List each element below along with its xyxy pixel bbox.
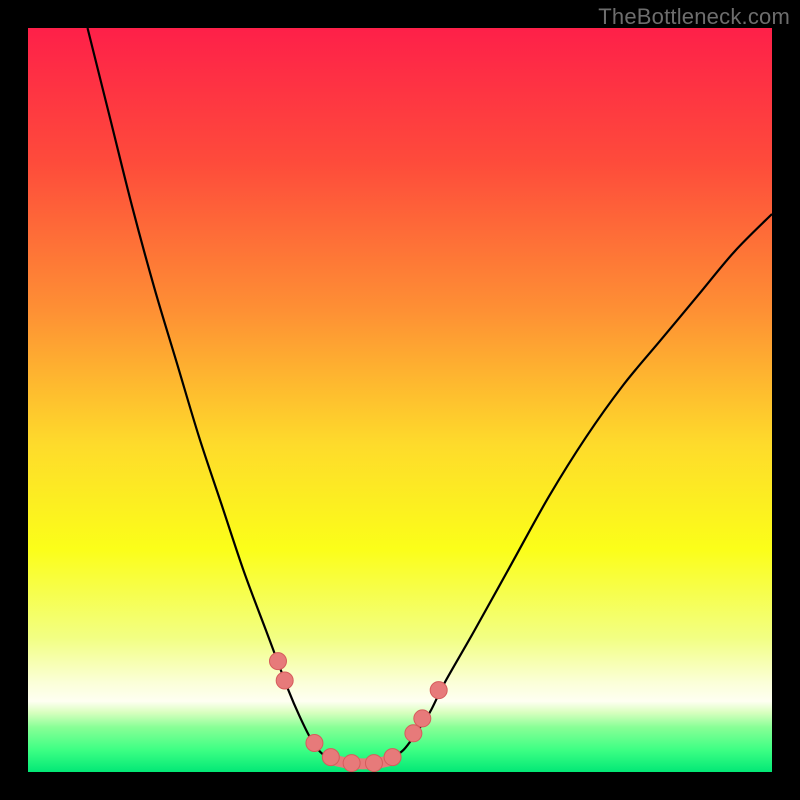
dot-valley-4 [365, 755, 382, 772]
chart-svg [28, 28, 772, 772]
plot-area [28, 28, 772, 772]
dot-valley-3 [343, 755, 360, 772]
dot-valley-5 [384, 749, 401, 766]
dot-right-mid [414, 710, 431, 727]
gradient-background [28, 28, 772, 772]
dot-right-lower [405, 725, 422, 742]
dot-left-lower [276, 672, 293, 689]
dot-right-upper [430, 682, 447, 699]
dot-left-upper [269, 653, 286, 670]
watermark-text: TheBottleneck.com [598, 4, 790, 30]
dot-valley-2 [322, 749, 339, 766]
chart-frame: TheBottleneck.com [0, 0, 800, 800]
dot-valley-1 [306, 734, 323, 751]
